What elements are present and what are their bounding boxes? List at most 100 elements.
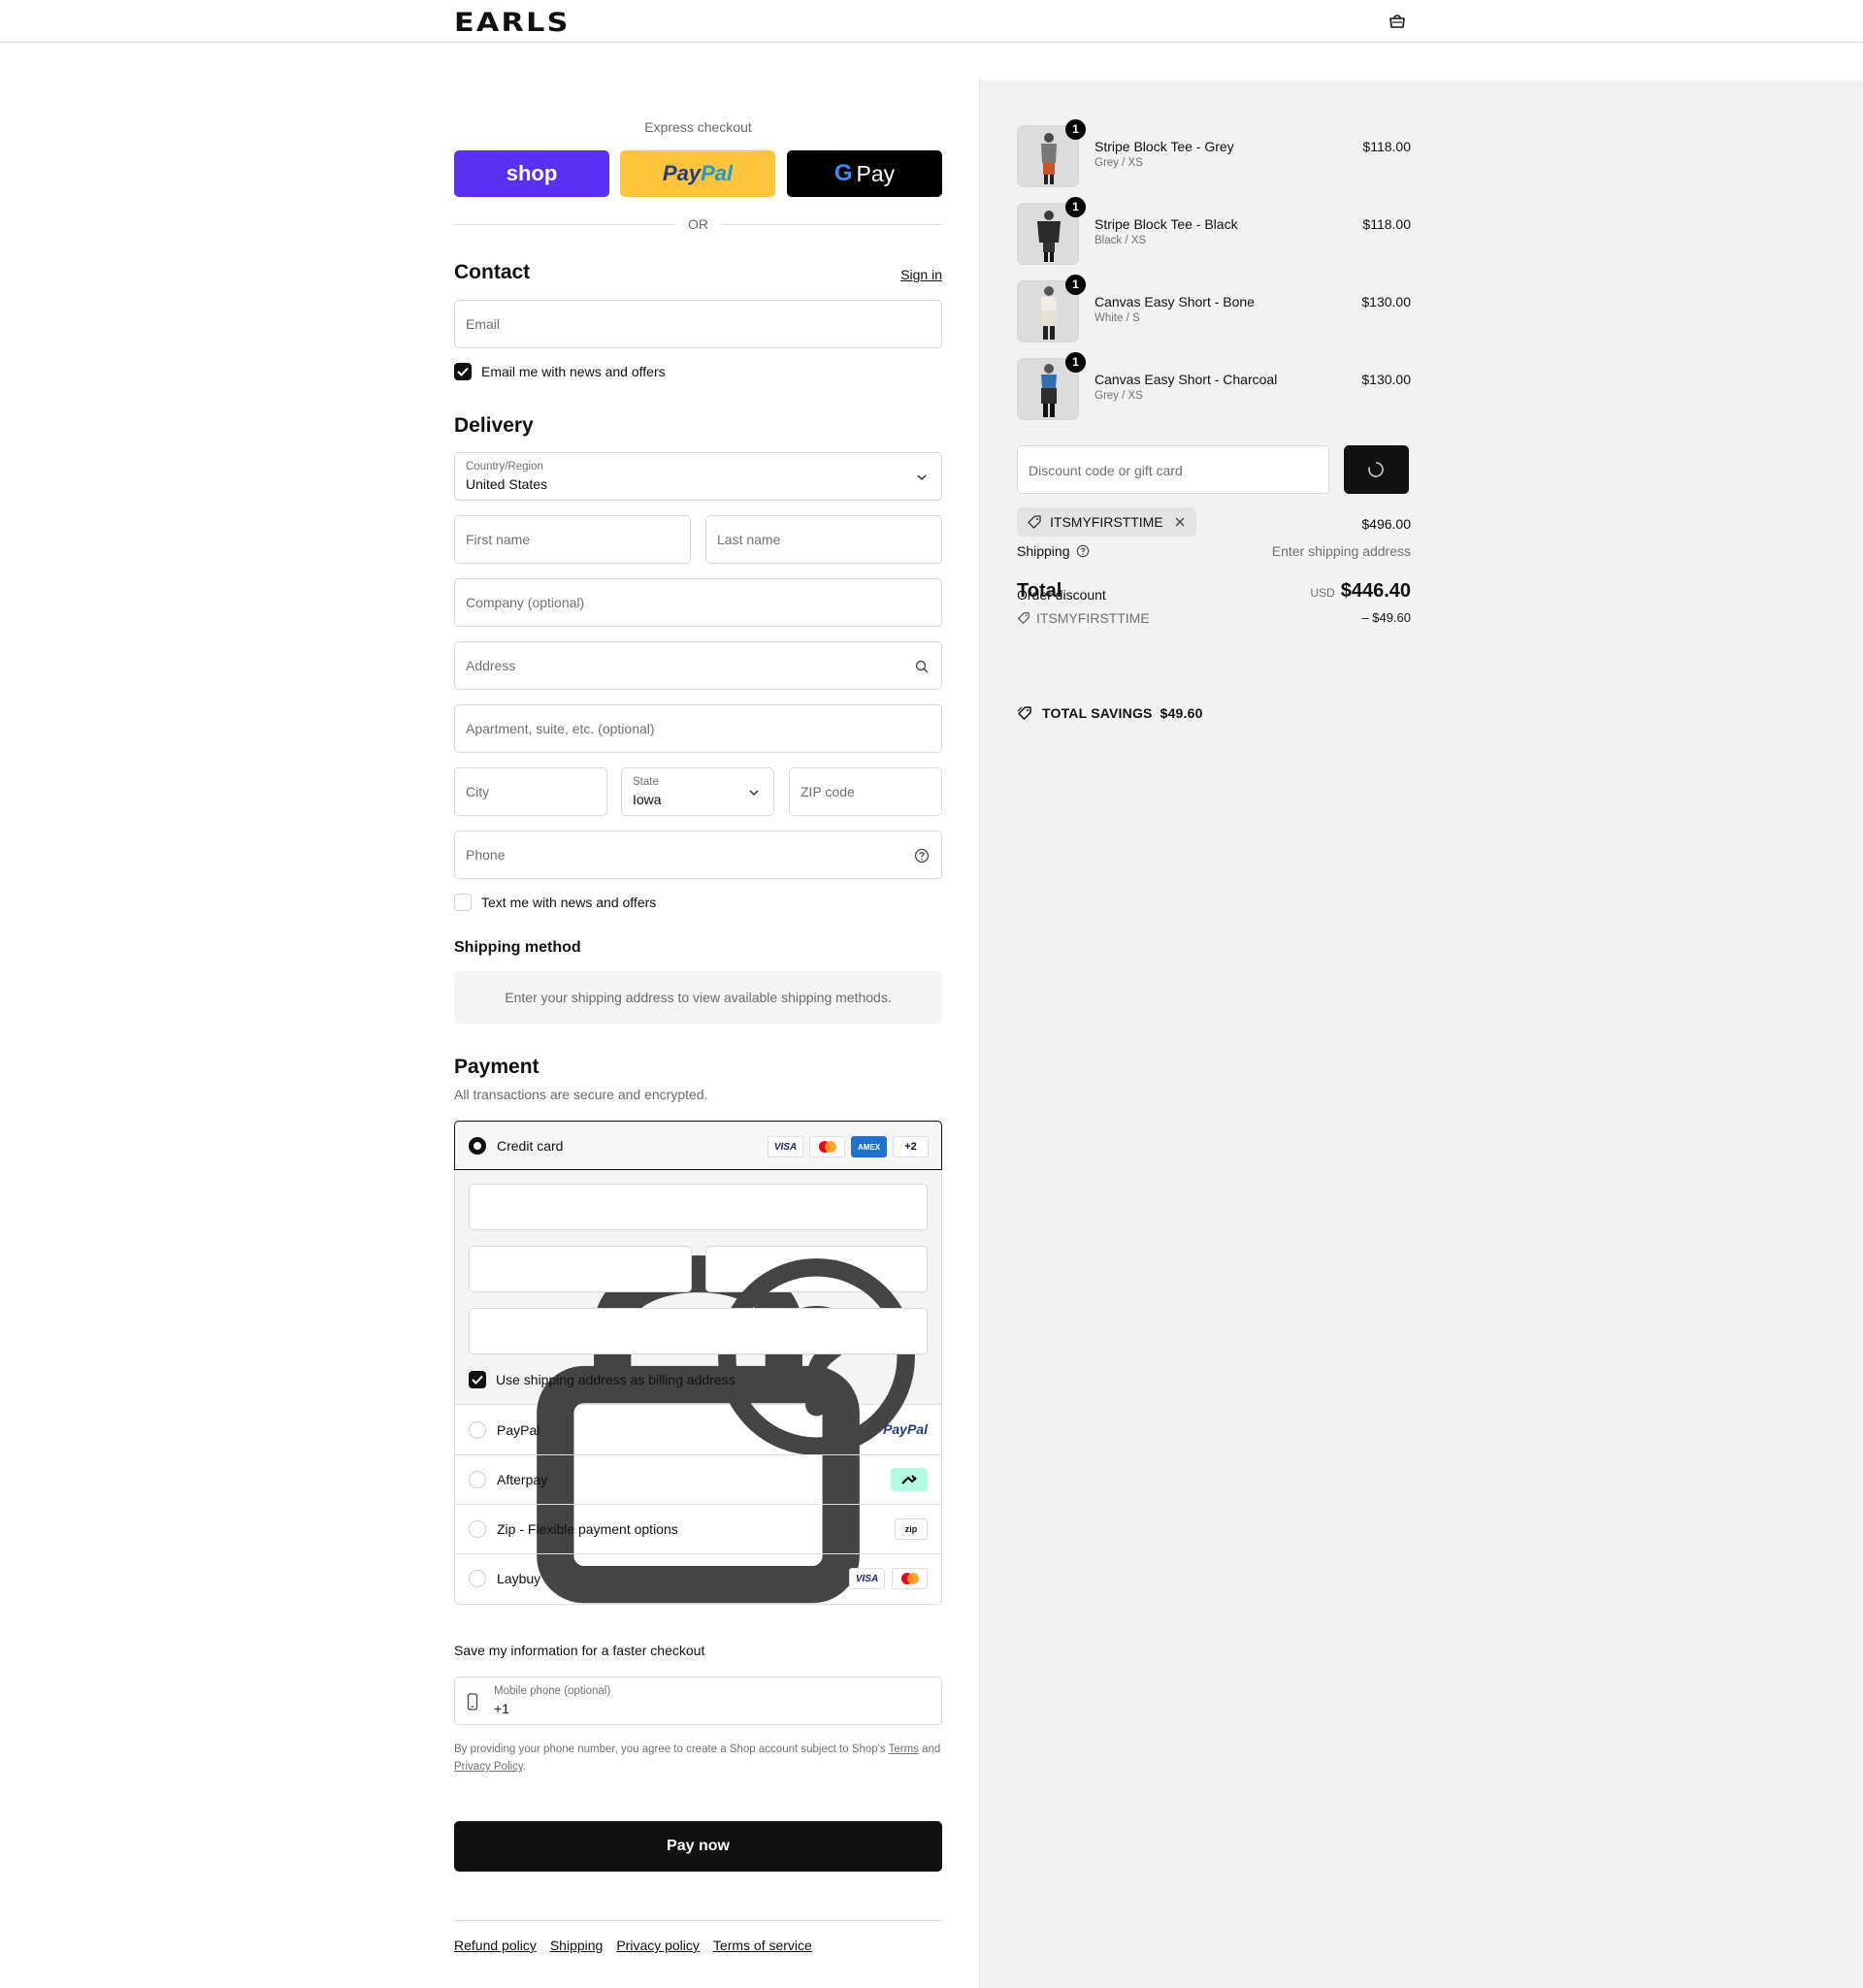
sms-news-checkbox[interactable] xyxy=(454,894,472,911)
discount-code-text: ITSMYFIRSTTIME xyxy=(1036,610,1150,626)
more-cards-badge: +2 xyxy=(893,1136,929,1157)
sms-news-row[interactable]: Text me with news and offers xyxy=(454,893,656,912)
item-price: $130.00 xyxy=(1361,372,1411,387)
phone-field[interactable]: Phone xyxy=(454,831,942,879)
email-placeholder: Email xyxy=(466,316,501,332)
discount-amount: – $49.60 xyxy=(1361,610,1411,625)
paypal-express-button[interactable]: Pay Pal xyxy=(620,150,775,197)
expiration-date-field[interactable] xyxy=(469,1246,692,1292)
total-value: $446.40 xyxy=(1340,580,1411,602)
state-value: Iowa xyxy=(633,792,662,807)
header: EARLS xyxy=(0,0,1863,43)
savings-label: TOTAL SAVINGS xyxy=(1042,705,1153,721)
shipping-label: Shipping xyxy=(1017,543,1070,559)
item-price: $118.00 xyxy=(1362,216,1411,232)
afterpay-option-label: Afterpay xyxy=(497,1472,548,1487)
paypal-radio[interactable] xyxy=(469,1421,486,1439)
credit-card-radio[interactable] xyxy=(469,1137,486,1155)
laybuy-visa-badge: VISA xyxy=(849,1568,885,1589)
tag-icon xyxy=(1028,515,1041,529)
country-select[interactable]: Country/Region United States xyxy=(454,452,942,501)
quantity-badge: 1 xyxy=(1065,197,1086,217)
privacy-policy-link[interactable]: Privacy Policy xyxy=(454,1761,523,1773)
billing-address-checkbox[interactable] xyxy=(469,1371,486,1388)
sms-news-label: Text me with news and offers xyxy=(481,895,657,910)
shop-pay-button[interactable]: shop xyxy=(454,150,609,197)
search-icon xyxy=(915,660,929,673)
email-news-checkbox[interactable] xyxy=(454,363,472,380)
paypal-option[interactable]: PayPal PayPal xyxy=(455,1406,941,1455)
credit-card-option[interactable]: Credit card VISA AMEX +2 xyxy=(454,1121,942,1170)
terms-of-service-link[interactable]: Terms of service xyxy=(713,1938,812,1953)
last-name-field[interactable]: Last name xyxy=(705,515,942,564)
store-logo[interactable]: EARLS xyxy=(454,8,571,38)
laybuy-radio[interactable] xyxy=(469,1570,486,1587)
mobile-phone-field[interactable]: Mobile phone (optional) +1 xyxy=(454,1677,942,1725)
first-name-field[interactable]: First name xyxy=(454,515,691,564)
google-pay-button[interactable]: G Pay xyxy=(787,150,942,197)
discount-placeholder: Discount code or gift card xyxy=(1029,463,1183,478)
company-field[interactable]: Company (optional) xyxy=(454,578,942,627)
express-checkout-label: Express checkout xyxy=(644,119,752,135)
check-icon xyxy=(457,367,469,376)
email-news-row[interactable]: Email me with news and offers xyxy=(454,362,666,381)
save-info-heading: Save my information for a faster checkou… xyxy=(454,1643,705,1658)
apply-discount-button[interactable] xyxy=(1344,445,1409,494)
refund-policy-link[interactable]: Refund policy xyxy=(454,1938,537,1953)
cart-item: 1 Stripe Block Tee - Grey Grey / XS $118… xyxy=(1017,119,1411,189)
item-price: $130.00 xyxy=(1361,294,1411,310)
savings-value: $49.60 xyxy=(1160,705,1203,721)
currency-code: USD xyxy=(1310,586,1335,600)
shipping-policy-link[interactable]: Shipping xyxy=(550,1938,604,1953)
fine-print-and: and xyxy=(922,1744,941,1755)
payment-methods: Credit card VISA AMEX +2 Use shipping ad… xyxy=(454,1121,942,1605)
zip-logo: zip xyxy=(895,1518,928,1540)
mastercard-icon xyxy=(892,1568,928,1589)
sign-in-link[interactable]: Sign in xyxy=(900,267,942,282)
mobile-phone-icon xyxy=(467,1693,478,1711)
paypal-label-pal: Pal xyxy=(701,161,734,185)
pay-now-button[interactable]: Pay now xyxy=(454,1821,942,1872)
applied-discount-chip: ITSMYFIRSTTIME xyxy=(1017,507,1196,537)
email-field[interactable]: Email xyxy=(454,300,942,348)
fine-print-period: . xyxy=(522,1761,526,1773)
terms-link[interactable]: Terms xyxy=(889,1744,919,1755)
item-name: Stripe Block Tee - Black xyxy=(1095,216,1238,232)
state-label: State xyxy=(633,776,659,788)
shipping-method-notice: Enter your shipping address to view avai… xyxy=(454,971,942,1024)
bag-icon[interactable] xyxy=(1388,12,1407,29)
afterpay-option[interactable]: Afterpay xyxy=(455,1455,941,1505)
footer-divider xyxy=(454,1920,942,1921)
country-value: United States xyxy=(466,476,548,492)
name-on-card-field[interactable] xyxy=(469,1308,928,1354)
help-circle-icon[interactable] xyxy=(914,848,930,864)
city-field[interactable]: City xyxy=(454,767,607,816)
address-placeholder: Address xyxy=(466,658,516,673)
afterpay-radio[interactable] xyxy=(469,1471,486,1488)
contact-heading: Contact xyxy=(454,261,531,283)
item-name: Canvas Easy Short - Bone xyxy=(1095,294,1255,310)
zip-field[interactable]: ZIP code xyxy=(789,767,942,816)
paypal-option-label: PayPal xyxy=(497,1422,540,1438)
laybuy-option[interactable]: Laybuy VISA xyxy=(455,1554,941,1604)
state-select[interactable]: State Iowa xyxy=(621,767,774,816)
zip-placeholder: ZIP code xyxy=(801,784,855,799)
card-number-field[interactable] xyxy=(469,1184,928,1604)
discount-code-field[interactable]: Discount code or gift card xyxy=(1017,445,1329,494)
total-savings: TOTAL SAVINGS $49.60 xyxy=(1017,705,1203,721)
mobile-phone-value: +1 xyxy=(494,1701,509,1716)
phone-placeholder: Phone xyxy=(466,847,506,863)
billing-address-row[interactable]: Use shipping address as billing address xyxy=(469,1370,735,1389)
apartment-field[interactable]: Apartment, suite, etc. (optional) xyxy=(454,704,942,753)
afterpay-icon xyxy=(891,1468,928,1491)
address-field[interactable]: Address xyxy=(454,641,942,690)
quantity-badge: 1 xyxy=(1065,352,1086,373)
fine-print-text: By providing your phone number, you agre… xyxy=(454,1744,886,1755)
security-code-field[interactable] xyxy=(705,1246,928,1455)
or-divider: OR xyxy=(454,216,942,232)
help-circle-icon[interactable] xyxy=(1076,544,1090,558)
zip-option[interactable]: Zip - Flexible payment options zip xyxy=(455,1505,941,1554)
zip-radio[interactable] xyxy=(469,1520,486,1538)
close-icon[interactable] xyxy=(1173,515,1187,529)
privacy-policy-footer-link[interactable]: Privacy policy xyxy=(616,1938,700,1953)
